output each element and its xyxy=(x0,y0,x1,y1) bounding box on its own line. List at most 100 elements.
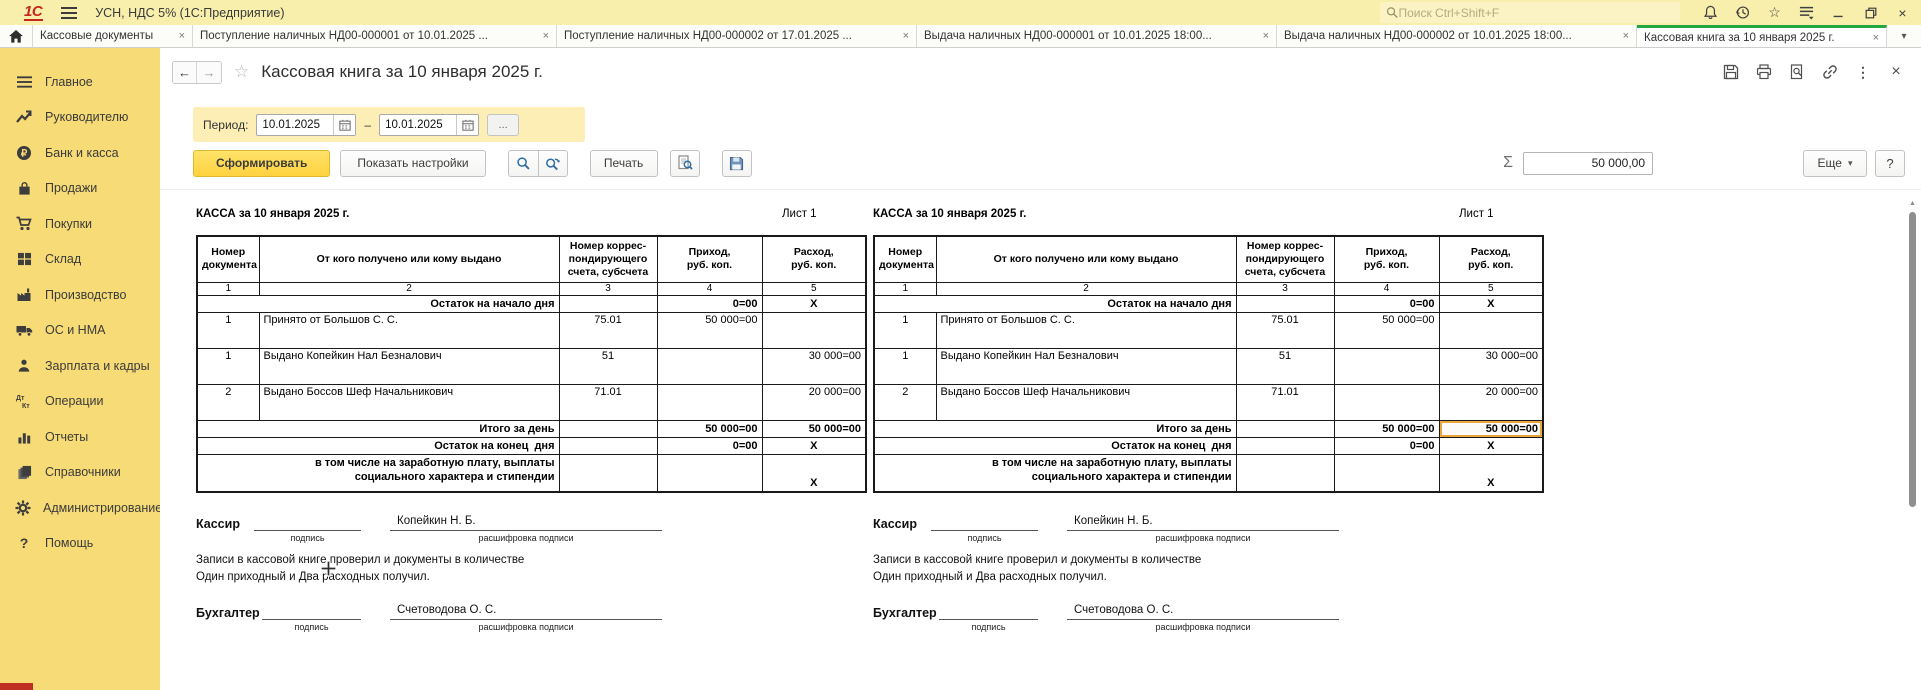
doc-income-cell[interactable] xyxy=(1334,348,1439,384)
save-result-button[interactable] xyxy=(722,150,752,177)
sidebar-item-reports[interactable]: Отчеты xyxy=(0,419,160,455)
doc-expense-cell[interactable]: 20 000=00 xyxy=(762,384,866,420)
sidebar-item-help[interactable]: ? Помощь xyxy=(0,526,160,562)
tab-cash-issue-1[interactable]: Выдача наличных НД00-000001 от 10.01.202… xyxy=(917,25,1277,47)
col-num-cell[interactable]: 4 xyxy=(657,282,762,295)
daily-total-label[interactable]: Итого за день xyxy=(874,420,1236,437)
doc-description-cell[interactable]: Выдано Копейкин Нал Безналович xyxy=(259,348,559,384)
total-rashod-cell[interactable]: 50 000=00 xyxy=(762,420,866,437)
print-icon[interactable] xyxy=(1755,63,1773,81)
sidebar-item-production[interactable]: Производство xyxy=(0,277,160,313)
sidebar-item-purchases[interactable]: Покупки xyxy=(0,206,160,242)
including-expense-cell[interactable]: X xyxy=(762,454,866,492)
empty-cell[interactable] xyxy=(1236,420,1334,437)
empty-cell[interactable] xyxy=(559,295,657,312)
sidebar-item-manager[interactable]: Руководителю xyxy=(0,100,160,136)
doc-income-cell[interactable]: 50 000=00 xyxy=(1334,312,1439,348)
opening-balance-label[interactable]: Остаток на начало дня xyxy=(197,295,559,312)
empty-cell[interactable] xyxy=(1236,295,1334,312)
closing-income-cell[interactable]: 0=00 xyxy=(1334,437,1439,454)
date-from-input[interactable] xyxy=(257,119,333,131)
service-menu-icon[interactable] xyxy=(1798,4,1815,21)
favorite-star-icon[interactable]: ☆ xyxy=(234,62,249,82)
tab-cash-receipt-1[interactable]: Поступление наличных НД00-000001 от 10.0… xyxy=(193,25,557,47)
print-button[interactable]: Печать xyxy=(590,150,658,177)
empty-cell[interactable] xyxy=(559,437,657,454)
empty-cell[interactable] xyxy=(1334,454,1439,492)
back-button[interactable]: ← xyxy=(173,62,197,83)
doc-number-cell[interactable]: 2 xyxy=(874,384,936,420)
period-options-button[interactable]: ... xyxy=(487,114,519,136)
close-tab-icon[interactable]: × xyxy=(1887,63,1905,81)
more-dots-icon[interactable]: ⋮ xyxy=(1854,63,1872,81)
closing-income-cell[interactable]: 0=00 xyxy=(657,437,762,454)
doc-income-cell[interactable]: 50 000=00 xyxy=(657,312,762,348)
sidebar-item-sales[interactable]: Продажи xyxy=(0,171,160,207)
opening-expense-cell[interactable]: X xyxy=(1439,295,1543,312)
sidebar-item-administration[interactable]: Администрирование xyxy=(0,490,160,526)
forward-button[interactable]: → xyxy=(197,62,221,83)
save-icon[interactable] xyxy=(1722,63,1740,81)
doc-number-cell[interactable]: 1 xyxy=(874,312,936,348)
doc-description-cell[interactable]: Выдано Боссов Шеф Начальникович xyxy=(936,384,1236,420)
more-button[interactable]: Еще ▾ xyxy=(1803,150,1867,177)
tab-overflow-chevron-icon[interactable]: ▾ xyxy=(1887,25,1921,47)
print-preview-button[interactable] xyxy=(670,150,700,177)
minimize-icon[interactable] xyxy=(1830,4,1847,21)
col-num-cell[interactable]: 2 xyxy=(259,282,559,295)
tab-close-icon[interactable]: × xyxy=(1623,30,1629,42)
daily-total-label[interactable]: Итого за день xyxy=(197,420,559,437)
empty-cell[interactable] xyxy=(559,454,657,492)
search-input[interactable] xyxy=(1398,6,1674,20)
doc-account-cell[interactable]: 71.01 xyxy=(1236,384,1334,420)
doc-account-cell[interactable]: 71.01 xyxy=(559,384,657,420)
opening-expense-cell[interactable]: X xyxy=(762,295,866,312)
help-button[interactable]: ? xyxy=(1875,150,1905,177)
doc-income-cell[interactable] xyxy=(657,348,762,384)
closing-expense-cell[interactable]: X xyxy=(1439,437,1543,454)
col-num-cell[interactable]: 1 xyxy=(874,282,936,295)
find-next-button[interactable] xyxy=(538,150,568,177)
doc-expense-cell[interactable]: 30 000=00 xyxy=(762,348,866,384)
main-menu-icon[interactable] xyxy=(61,7,77,19)
doc-account-cell[interactable]: 75.01 xyxy=(1236,312,1334,348)
empty-cell[interactable] xyxy=(559,420,657,437)
sidebar-item-salary-hr[interactable]: Зарплата и кадры xyxy=(0,348,160,384)
doc-number-cell[interactable]: 1 xyxy=(874,348,936,384)
favorites-star-icon[interactable]: ☆ xyxy=(1766,4,1783,21)
sidebar-item-fixed-assets[interactable]: ОС и НМА xyxy=(0,313,160,349)
scrollbar-thumb[interactable] xyxy=(1909,212,1916,507)
total-rashod-cell[interactable]: 50 000=00 xyxy=(1439,420,1543,437)
closing-balance-label[interactable]: Остаток на конец дня xyxy=(874,437,1236,454)
empty-cell[interactable] xyxy=(1236,454,1334,492)
sidebar-item-operations[interactable]: ДтКт Операции xyxy=(0,384,160,420)
preview-icon[interactable] xyxy=(1788,63,1806,81)
report-scrollbar[interactable]: ▲ xyxy=(1908,200,1917,686)
doc-number-cell[interactable]: 1 xyxy=(197,348,259,384)
doc-account-cell[interactable]: 51 xyxy=(1236,348,1334,384)
col-num-cell[interactable]: 5 xyxy=(1439,282,1543,295)
col-num-cell[interactable]: 5 xyxy=(762,282,866,295)
notifications-bell-icon[interactable] xyxy=(1702,4,1719,21)
tab-close-icon[interactable]: × xyxy=(179,30,185,42)
total-income-cell[interactable]: 50 000=00 xyxy=(1334,420,1439,437)
closing-expense-cell[interactable]: X xyxy=(762,437,866,454)
col-num-cell[interactable]: 3 xyxy=(559,282,657,295)
global-search[interactable] xyxy=(1380,2,1680,23)
tab-home[interactable] xyxy=(0,25,33,47)
doc-income-cell[interactable] xyxy=(657,384,762,420)
col-num-cell[interactable]: 4 xyxy=(1334,282,1439,295)
doc-description-cell[interactable]: Выдано Боссов Шеф Начальникович xyxy=(259,384,559,420)
doc-description-cell[interactable]: Выдано Копейкин Нал Безналович xyxy=(936,348,1236,384)
show-settings-button[interactable]: Показать настройки xyxy=(340,150,485,177)
tab-cash-documents[interactable]: Кассовые документы × xyxy=(33,25,193,47)
doc-expense-cell[interactable]: 20 000=00 xyxy=(1439,384,1543,420)
sidebar-item-warehouse[interactable]: Склад xyxy=(0,242,160,278)
tab-close-icon[interactable]: × xyxy=(543,30,549,42)
history-icon[interactable] xyxy=(1734,4,1751,21)
tab-close-icon[interactable]: × xyxy=(1263,30,1269,42)
col-num-cell[interactable]: 2 xyxy=(936,282,1236,295)
doc-income-cell[interactable] xyxy=(1334,384,1439,420)
doc-account-cell[interactable]: 51 xyxy=(559,348,657,384)
doc-description-cell[interactable]: Принято от Большов С. С. xyxy=(259,312,559,348)
